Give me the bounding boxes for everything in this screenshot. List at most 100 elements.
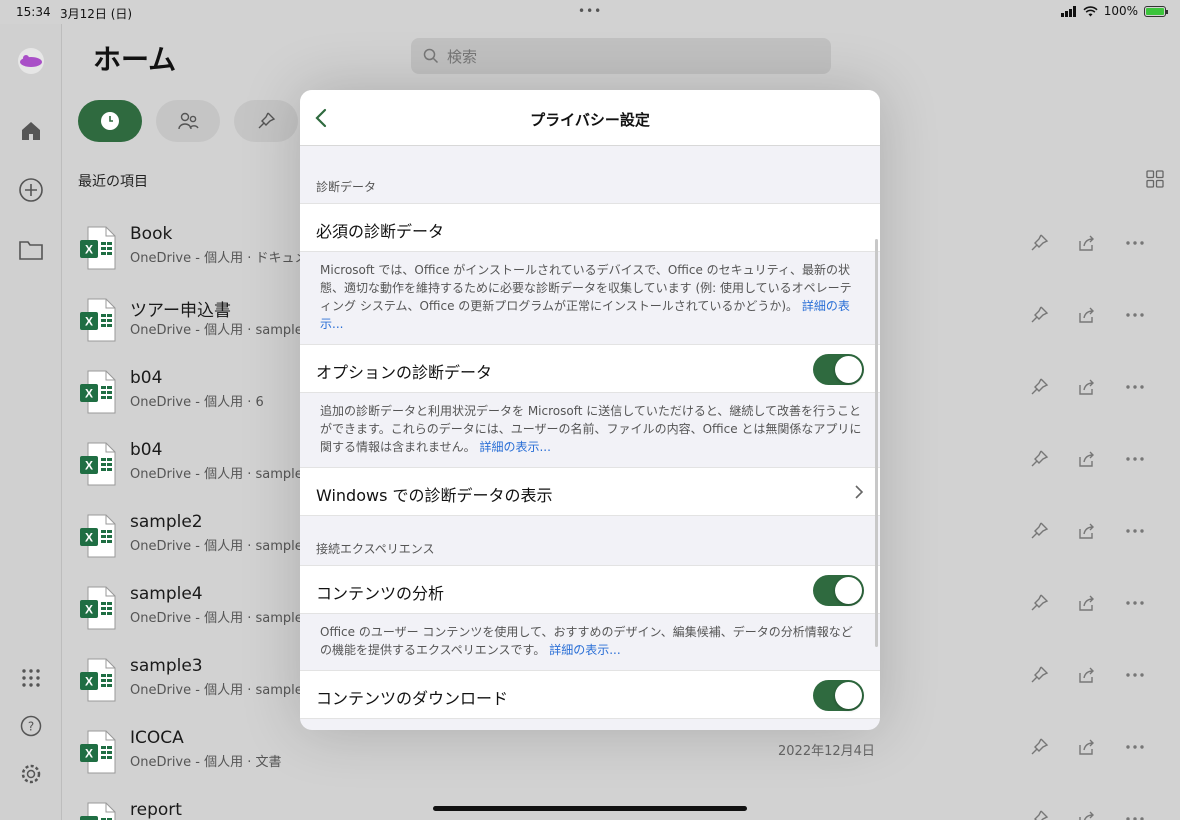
content-analysis-label: コンテンツの分析	[316, 584, 445, 603]
row-actions	[1028, 736, 1146, 758]
status-right: 100%	[1060, 4, 1168, 18]
row-actions	[1028, 664, 1146, 686]
more-icon[interactable]	[1124, 232, 1146, 254]
clock-icon	[101, 112, 119, 130]
group-label-diagnostic: 診断データ	[316, 180, 377, 194]
file-name: sample4	[130, 584, 203, 604]
pin-icon	[258, 112, 276, 129]
apps-grid-icon[interactable]	[18, 665, 44, 691]
share-icon[interactable]	[1076, 736, 1098, 758]
status-time: 15:34	[16, 5, 51, 19]
pin-icon[interactable]	[1028, 592, 1050, 614]
windows-diagnostic-cell[interactable]: Windows での診断データの表示	[300, 467, 880, 516]
share-icon[interactable]	[1076, 304, 1098, 326]
add-icon[interactable]	[18, 177, 44, 203]
share-icon[interactable]	[1076, 448, 1098, 470]
status-bar: 15:34 3月12日 (日) ••• 100%	[0, 0, 1180, 24]
excel-file-icon: X	[80, 514, 116, 558]
share-icon[interactable]	[1076, 808, 1098, 820]
multitasking-dots[interactable]: •••	[578, 4, 602, 18]
row-actions	[1028, 448, 1146, 470]
file-date: 2022年12月4日	[778, 744, 875, 759]
svg-text:X: X	[85, 603, 93, 617]
filter-pinned[interactable]	[234, 100, 298, 142]
windows-diagnostic-label: Windows での診断データの表示	[316, 486, 553, 505]
home-indicator[interactable]	[433, 806, 747, 811]
dialog-scrollbar[interactable]	[875, 239, 878, 647]
more-icon[interactable]	[1124, 520, 1146, 542]
more-icon[interactable]	[1124, 448, 1146, 470]
file-location: OneDrive - 個人用 · sample	[130, 611, 303, 626]
content-download-cell: コンテンツのダウンロード	[300, 670, 880, 719]
filter-recent[interactable]	[78, 100, 142, 142]
home-icon[interactable]	[18, 118, 44, 144]
file-row[interactable]: X ICOCA OneDrive - 個人用 · 文書 2022年12月4日	[78, 724, 1168, 788]
dialog-header: プライバシー設定	[300, 90, 880, 146]
more-icon[interactable]	[1124, 592, 1146, 614]
more-icon[interactable]	[1124, 664, 1146, 686]
signal-icon	[1060, 5, 1076, 17]
excel-file-icon: X	[80, 298, 116, 342]
settings-gear-icon[interactable]	[18, 761, 44, 787]
share-icon[interactable]	[1076, 592, 1098, 614]
file-name: report	[130, 800, 182, 820]
pin-icon[interactable]	[1028, 520, 1050, 542]
excel-file-icon: X	[80, 586, 116, 630]
file-location: OneDrive - 個人用 · 6	[130, 395, 264, 410]
row-actions	[1028, 520, 1146, 542]
excel-file-icon: X	[80, 730, 116, 774]
file-name: b04	[130, 368, 163, 388]
excel-file-icon: X	[80, 802, 116, 820]
filter-bar	[78, 100, 298, 142]
more-icon[interactable]	[1124, 736, 1146, 758]
pin-icon[interactable]	[1028, 232, 1050, 254]
svg-text:X: X	[85, 315, 93, 329]
share-icon[interactable]	[1076, 520, 1098, 542]
pin-icon[interactable]	[1028, 808, 1050, 820]
optional-details-link[interactable]: 詳細の表示...	[479, 440, 550, 454]
row-actions	[1028, 304, 1146, 326]
privacy-settings-dialog: プライバシー設定 診断データ 必須の診断データ Microsoft では、Off…	[300, 90, 880, 730]
svg-text:X: X	[85, 459, 93, 473]
folder-icon[interactable]	[18, 237, 44, 263]
analysis-details-link[interactable]: 詳細の表示...	[549, 643, 620, 657]
file-location: OneDrive - 個人用 · sample	[130, 683, 303, 698]
content-analysis-desc: Office のユーザー コンテンツを使用して、おすすめのデザイン、編集候補、デ…	[320, 623, 862, 659]
pin-icon[interactable]	[1028, 736, 1050, 758]
pin-icon[interactable]	[1028, 664, 1050, 686]
avatar[interactable]	[15, 48, 47, 74]
more-icon[interactable]	[1124, 376, 1146, 398]
excel-file-icon: X	[80, 658, 116, 702]
pin-icon[interactable]	[1028, 304, 1050, 326]
content-analysis-cell: コンテンツの分析	[300, 565, 880, 614]
content-analysis-toggle[interactable]	[813, 575, 864, 606]
group-label-connected: 接続エクスペリエンス	[316, 542, 435, 556]
optional-diagnostic-cell: オプションの診断データ	[300, 344, 880, 393]
content-download-toggle[interactable]	[813, 680, 864, 711]
sidebar: ?	[0, 24, 62, 820]
required-diagnostic-cell[interactable]: 必須の診断データ	[300, 203, 880, 252]
filter-shared[interactable]	[156, 100, 220, 142]
more-icon[interactable]	[1124, 304, 1146, 326]
row-actions	[1028, 232, 1146, 254]
optional-diagnostic-toggle[interactable]	[813, 354, 864, 385]
share-icon[interactable]	[1076, 232, 1098, 254]
view-grid-icon[interactable]	[1146, 170, 1164, 192]
required-diagnostic-label: 必須の診断データ	[316, 222, 445, 241]
more-icon[interactable]	[1124, 808, 1146, 820]
pin-icon[interactable]	[1028, 448, 1050, 470]
content-download-label: コンテンツのダウンロード	[316, 689, 509, 708]
share-icon[interactable]	[1076, 664, 1098, 686]
svg-text:X: X	[85, 387, 93, 401]
search-input[interactable]: 検索	[411, 38, 831, 74]
search-icon	[423, 48, 439, 64]
file-name: b04	[130, 440, 163, 460]
pin-icon[interactable]	[1028, 376, 1050, 398]
excel-file-icon: X	[80, 226, 116, 270]
section-label-recent: 最近の項目	[78, 174, 148, 190]
svg-text:X: X	[85, 531, 93, 545]
required-desc-text: Microsoft では、Office がインストールされているデバイスで、Of…	[320, 263, 852, 313]
share-icon[interactable]	[1076, 376, 1098, 398]
excel-file-icon: X	[80, 442, 116, 486]
help-icon[interactable]: ?	[18, 713, 44, 739]
